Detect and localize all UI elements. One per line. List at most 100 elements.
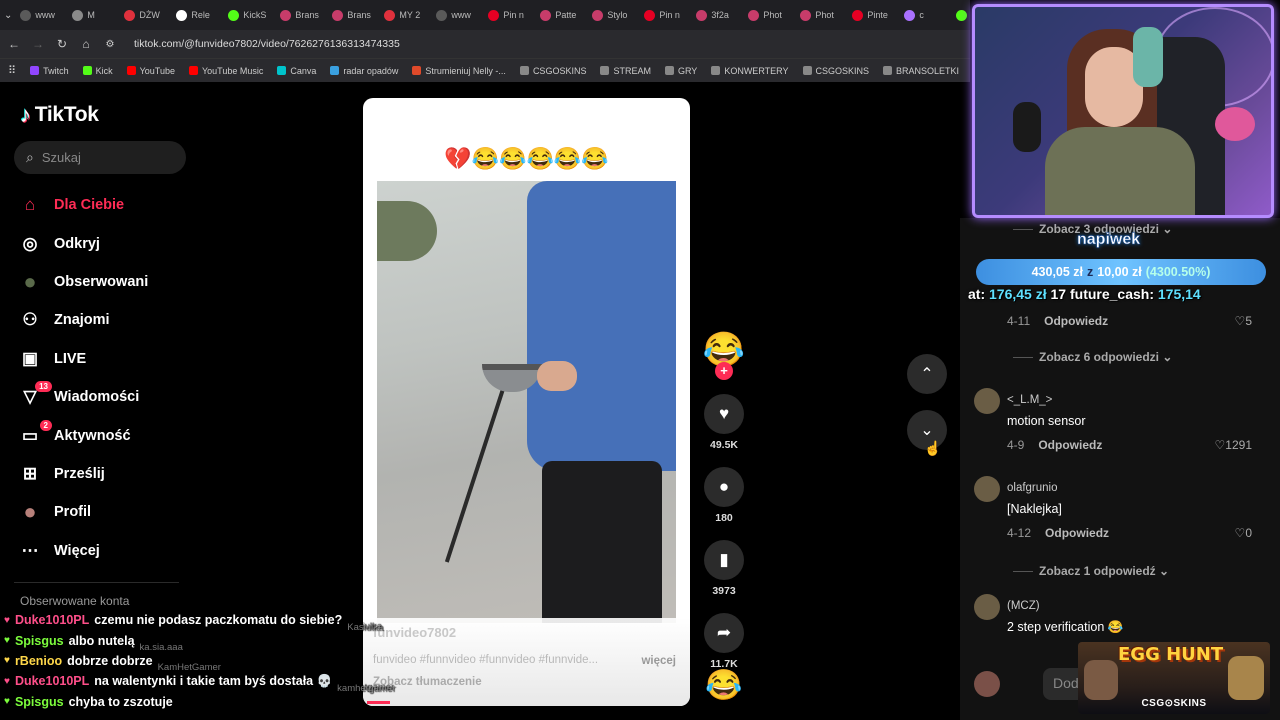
browser-tab[interactable]: www xyxy=(430,3,480,27)
video-author[interactable]: funvideo7802 xyxy=(373,625,456,640)
browser-tab[interactable]: Pinte xyxy=(846,3,896,27)
following-avatar-icon: ● xyxy=(23,268,37,294)
tab-favicon-icon xyxy=(280,9,292,21)
browser-tab[interactable]: Rele xyxy=(170,3,220,27)
video-player[interactable]: 💔😂😂😂😂😂 funvideo7802 funvideo #funnvideo … xyxy=(363,98,690,706)
browser-tab[interactable]: Phot xyxy=(794,3,844,27)
home-icon[interactable]: ⌂ xyxy=(80,37,92,51)
sidebar-item-prze-lij[interactable]: ⊞ Prześlij xyxy=(18,455,188,493)
music-disc-emoji[interactable]: 😂 xyxy=(705,668,742,703)
bookmark-item[interactable]: YouTube Music xyxy=(188,66,263,76)
browser-tab[interactable]: Phot xyxy=(742,3,792,27)
headset-shape xyxy=(1133,27,1163,87)
more-icon: ⋯ xyxy=(21,540,39,560)
bookmark-item[interactable]: KONWERTERY xyxy=(711,66,789,76)
reply-button[interactable]: Odpowiedz xyxy=(1045,526,1109,540)
save-action[interactable]: ▮ 3973 xyxy=(700,540,748,597)
comment-username[interactable]: <_L.M_> xyxy=(1007,394,1052,406)
bookmark-item[interactable]: Twitch xyxy=(30,66,69,76)
browser-tab[interactable]: MY 2 xyxy=(378,3,428,27)
reply-button[interactable]: Odpowiedz xyxy=(1038,438,1102,452)
apps-grid-icon[interactable]: ⠿ xyxy=(8,64,16,77)
sidebar-item-znajomi[interactable]: ⚇ Znajomi xyxy=(18,301,188,339)
bookmark-item[interactable]: Kick xyxy=(82,66,113,76)
browser-tab[interactable]: www xyxy=(14,3,64,27)
view-replies-button[interactable]: Zobacz 6 odpowiedzi ⌄ xyxy=(1013,350,1172,364)
forward-arrow-icon[interactable]: → xyxy=(32,37,44,51)
home-icon: ⌂ xyxy=(24,195,36,215)
chat-badge-icon: ♥ xyxy=(4,655,10,667)
inbox-icon: ▽ 13 xyxy=(18,381,52,409)
bookmark-item[interactable]: radar opadów xyxy=(330,66,398,76)
tab-favicon-icon xyxy=(644,9,656,21)
bookmark-label: Canva xyxy=(290,65,317,76)
share-arrow-icon[interactable]: ➦ xyxy=(704,613,744,653)
bookmark-item[interactable]: YouTube xyxy=(126,66,175,76)
heart-icon[interactable]: ♥ xyxy=(704,394,744,434)
bookmark-item[interactable]: Strumieniuj Nelly -... xyxy=(412,66,506,76)
bookmark-label: GRY xyxy=(677,65,698,76)
comment-avatar[interactable] xyxy=(974,594,1000,620)
sidebar-item-odkryj[interactable]: ◎ Odkryj xyxy=(18,224,188,262)
browser-tab[interactable]: Patte xyxy=(534,3,584,27)
comment-action[interactable]: ● 180 xyxy=(700,467,748,524)
tab-search-chevron-icon[interactable]: ⌄ xyxy=(4,10,12,21)
comment-bubble-icon[interactable]: ● xyxy=(704,467,744,507)
more-link[interactable]: więcej xyxy=(641,655,676,667)
view-replies-button[interactable]: Zobacz 1 odpowiedź ⌄ xyxy=(1013,564,1169,578)
bookmark-item[interactable]: Canva xyxy=(277,66,316,76)
sidebar-item-wi-cej[interactable]: ⋯ Więcej xyxy=(18,532,188,570)
following-accounts-header: Obserwowane konta xyxy=(20,594,130,608)
sidebar-item-profil[interactable]: ● Profil xyxy=(18,493,188,531)
browser-tab[interactable]: Pin n xyxy=(482,3,532,27)
browser-tab[interactable]: Brans xyxy=(326,3,376,27)
browser-tab[interactable]: c xyxy=(898,3,948,27)
browser-tab[interactable]: 3f2a xyxy=(690,3,740,27)
bookmark-icon[interactable]: ▮ xyxy=(704,540,744,580)
like-action[interactable]: ♥ 49.5K xyxy=(700,394,748,451)
browser-tab[interactable]: Brans xyxy=(274,3,324,27)
reload-icon[interactable]: ↻ xyxy=(56,37,68,51)
sidebar-item-obserwowani[interactable]: ● Obserwowani xyxy=(18,263,188,301)
bookmark-item[interactable]: CSGOSKINS xyxy=(802,66,869,76)
browser-tab[interactable]: Pin n xyxy=(638,3,688,27)
reply-button[interactable]: Odpowiedz xyxy=(1044,314,1108,328)
browser-tab[interactable]: M xyxy=(66,3,116,27)
bookmark-icon xyxy=(82,66,92,75)
url-field[interactable]: tiktok.com/@funvideo7802/video/762627613… xyxy=(134,38,400,50)
share-action[interactable]: ➦ 11.7K xyxy=(700,613,748,670)
browser-tab[interactable]: Stre xyxy=(950,3,970,27)
man-shirt-shape xyxy=(527,181,676,471)
back-arrow-icon[interactable]: ← xyxy=(8,37,20,51)
sidebar-item-aktywno-[interactable]: ▭ 2 Aktywność xyxy=(18,416,188,454)
tiktok-logo[interactable]: ♪ TikTok xyxy=(20,102,99,128)
comment-like[interactable]: ♡5 xyxy=(1235,314,1252,328)
microphone-shape xyxy=(1013,102,1041,152)
bookmark-item[interactable]: GRY xyxy=(664,65,698,76)
creator-avatar[interactable]: 😂 + xyxy=(700,330,748,380)
site-info-icon[interactable]: ⚙ xyxy=(104,39,116,50)
comment-username[interactable]: (MCZ) xyxy=(1007,600,1040,612)
comment-avatar[interactable] xyxy=(974,388,1000,414)
search-input[interactable]: ⌕ Szukaj xyxy=(14,141,186,174)
comment-username[interactable]: olafgrunio xyxy=(1007,482,1058,494)
follow-plus-icon[interactable]: + xyxy=(715,362,733,380)
video-frame[interactable] xyxy=(377,181,676,623)
bookmark-item[interactable]: CSGOSKINS xyxy=(519,66,586,76)
sidebar-item-wiadomo-ci[interactable]: ▽ 13 Wiadomości xyxy=(18,378,188,416)
bookmark-item[interactable]: STREAM xyxy=(600,66,651,76)
browser-tab[interactable]: DŻW xyxy=(118,3,168,27)
sidebar-item-live[interactable]: ▣ LIVE xyxy=(18,340,188,378)
browser-tab[interactable]: Stylo xyxy=(586,3,636,27)
sidebar-item-dla-ciebie[interactable]: ⌂ Dla Ciebie xyxy=(18,186,188,224)
comment-like[interactable]: ♡1291 xyxy=(1215,438,1252,452)
comment-avatar[interactable] xyxy=(974,476,1000,502)
activity-icon: ▭ 2 xyxy=(18,419,52,448)
comment-like[interactable]: ♡0 xyxy=(1235,526,1252,540)
video-progress-bar[interactable] xyxy=(367,701,390,704)
browser-tab[interactable]: KickS xyxy=(222,3,272,27)
chat-message: ♥ rBenioo dobrze dobrze KamHetGamer xyxy=(4,651,364,674)
bookmark-item[interactable]: BRANSOLETKI xyxy=(883,66,959,76)
previous-video-chevron-up-icon[interactable]: ⌃ xyxy=(907,354,947,394)
compass-icon: ◎ xyxy=(22,233,38,253)
